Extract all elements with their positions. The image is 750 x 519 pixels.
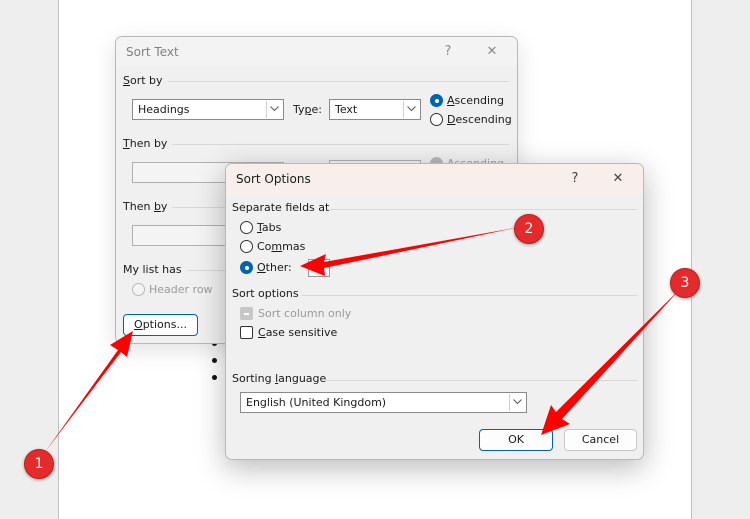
ascending-radio[interactable]: Ascending bbox=[430, 94, 504, 107]
sort-options-title: Sort Options bbox=[236, 172, 311, 186]
commas-radio[interactable]: Commas bbox=[240, 240, 305, 253]
chevron-down-icon[interactable] bbox=[266, 101, 282, 118]
then-by-2-label: Then by bbox=[123, 200, 168, 213]
sort-type-select[interactable]: Text bbox=[329, 99, 421, 120]
help-button[interactable]: ? bbox=[437, 42, 459, 62]
divider bbox=[172, 144, 509, 145]
other-separator-input[interactable] bbox=[308, 259, 330, 277]
sort-text-titlebar: Sort Text ? ✕ bbox=[116, 37, 517, 67]
annotation-badge-1: 1 bbox=[24, 449, 54, 479]
cancel-button[interactable]: Cancel bbox=[564, 429, 637, 451]
close-button[interactable]: ✕ bbox=[481, 42, 503, 62]
separate-fields-label: Separate fields at bbox=[232, 201, 330, 214]
divider bbox=[302, 295, 637, 296]
close-button[interactable]: ✕ bbox=[607, 169, 629, 189]
sorting-language-select[interactable]: English (United Kingdom) bbox=[240, 392, 527, 413]
chevron-down-icon[interactable] bbox=[403, 101, 419, 118]
descending-radio[interactable]: Descending bbox=[430, 113, 512, 126]
help-button[interactable]: ? bbox=[564, 169, 586, 189]
other-radio[interactable]: Other: bbox=[240, 261, 292, 274]
sort-by-label: Sort by bbox=[123, 74, 163, 87]
ok-button[interactable]: OK bbox=[479, 429, 553, 451]
chevron-down-icon[interactable] bbox=[509, 394, 525, 411]
case-sensitive-checkbox[interactable]: Case sensitive bbox=[240, 326, 337, 339]
type-label: Type: bbox=[293, 103, 322, 116]
sort-options-dialog: Sort Options ? ✕ Separate fields at Tabs… bbox=[225, 163, 644, 460]
sorting-language-label: Sorting language bbox=[232, 372, 327, 385]
my-list-has-label: My list has bbox=[123, 263, 182, 276]
sort-options-titlebar: Sort Options ? ✕ bbox=[226, 164, 643, 194]
then-by-label: Then by bbox=[123, 137, 168, 150]
tabs-radio[interactable]: Tabs bbox=[240, 221, 281, 234]
options-button[interactable]: Options... bbox=[123, 314, 198, 336]
annotation-badge-2: 2 bbox=[514, 214, 544, 244]
sort-column-only-checkbox[interactable]: Sort column only bbox=[240, 307, 351, 320]
sort-options-label: Sort options bbox=[232, 287, 299, 300]
header-row-radio[interactable]: Header row bbox=[132, 283, 213, 296]
annotation-badge-3: 3 bbox=[670, 268, 700, 298]
sort-text-title: Sort Text bbox=[126, 45, 179, 59]
divider bbox=[326, 380, 637, 381]
divider bbox=[330, 209, 637, 210]
sort-by-field-select[interactable]: Headings bbox=[132, 99, 284, 120]
divider bbox=[168, 81, 509, 82]
